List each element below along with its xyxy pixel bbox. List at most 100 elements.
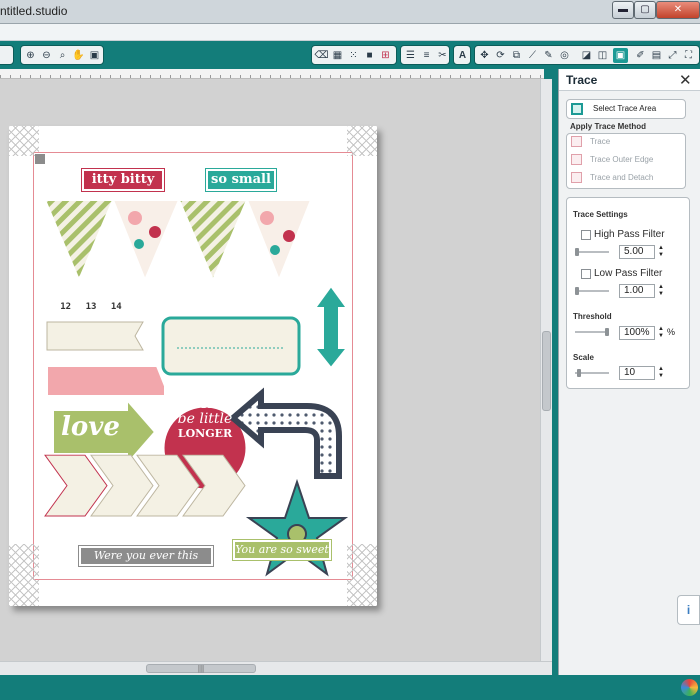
toolbar: ⊕ ⊖ ⌕ ✋ ▣ ⌫ ▦ ⁙ ■ ⊞ ☰ ≡ ✂ A ✥ ⟳ ⧉ ⟋ ✎ ◎ …: [0, 41, 700, 69]
horizontal-scroll-thumb[interactable]: |||: [146, 664, 256, 673]
threshold-input[interactable]: 100%: [619, 326, 655, 340]
knife-icon[interactable]: ✂: [435, 48, 450, 63]
frame-label: [161, 316, 301, 376]
horizontal-scrollbar[interactable]: |||: [0, 661, 552, 675]
ruler-mark: 14: [110, 302, 122, 312]
minimize-button[interactable]: ▬: [612, 1, 634, 19]
distribute-icon[interactable]: ≡: [419, 48, 434, 63]
threshold-slider-knob[interactable]: [605, 328, 609, 336]
scale-slider-knob[interactable]: [577, 369, 581, 377]
sticker-artwork: [43, 199, 350, 577]
toolbar-group-zoom: ⊕ ⊖ ⌕ ✋ ▣: [20, 45, 104, 65]
vertical-scrollbar[interactable]: [540, 79, 552, 661]
vertical-scroll-thumb[interactable]: [542, 331, 551, 411]
trace-area-icon: [571, 103, 583, 115]
rotate-icon[interactable]: ⟳: [493, 48, 508, 63]
trace-method-label: Trace Outer Edge: [590, 155, 654, 164]
spin-down-icon[interactable]: ▼: [658, 252, 664, 258]
spin-up-icon[interactable]: ▲: [658, 366, 664, 372]
zoom-fit-icon[interactable]: ⌕: [55, 48, 70, 63]
low-pass-input[interactable]: 1.00: [619, 284, 655, 298]
pennant-1: [43, 199, 115, 283]
eraser-icon[interactable]: ⌫: [314, 48, 329, 63]
menu-strip: [0, 24, 700, 41]
registration-icon[interactable]: ⊞: [378, 48, 393, 63]
trace-outer-edge-icon: [571, 154, 582, 165]
trace-icon[interactable]: ▣: [613, 48, 628, 63]
replicate-icon[interactable]: ⧉: [509, 48, 524, 63]
select-trace-area-label: Select Trace Area: [593, 104, 657, 113]
close-window-button[interactable]: ✕: [656, 1, 700, 19]
zoom-out-icon[interactable]: ⊖: [39, 48, 54, 63]
label-itty-bitty[interactable]: itty bitty: [81, 168, 165, 192]
pennant-4: [245, 199, 313, 283]
love-text: love: [61, 412, 120, 442]
circle-text: LET THEM be little LONGER: [159, 398, 251, 440]
spin-up-icon[interactable]: ▲: [658, 245, 664, 251]
low-pass-spinner[interactable]: ▲ ▼: [657, 284, 665, 298]
point-icon[interactable]: ✥: [477, 48, 492, 63]
expand-icon[interactable]: ⤢: [665, 48, 680, 63]
line-icon[interactable]: ⟋: [525, 48, 540, 63]
label-were-you-ever[interactable]: Were you ever this little?: [78, 545, 214, 577]
trace-method-label: Trace: [590, 137, 611, 146]
threshold-spinner[interactable]: ▲ ▼: [657, 326, 665, 340]
panel-close-icon[interactable]: ✕: [679, 71, 692, 89]
high-pass-checkbox[interactable]: [581, 230, 591, 240]
fullscreen-icon[interactable]: ⛶: [681, 48, 696, 63]
page-sheet[interactable]: itty bitty so small 12 13 14 love LET TH…: [9, 126, 377, 606]
scale-spinner[interactable]: ▲ ▼: [657, 366, 665, 380]
low-pass-checkbox[interactable]: [581, 269, 591, 279]
threshold-unit: %: [667, 327, 676, 337]
hand-icon[interactable]: ✋: [71, 48, 86, 63]
spin-up-icon[interactable]: ▲: [658, 326, 664, 332]
pencil-icon[interactable]: ✎: [541, 48, 556, 63]
ruler-top: [0, 69, 544, 79]
toolbar-group-left-edge: [0, 45, 14, 65]
spin-down-icon[interactable]: ▼: [658, 333, 664, 339]
cut-icon[interactable]: ■: [362, 48, 377, 63]
library-icon[interactable]: ▤: [649, 48, 664, 63]
spin-up-icon[interactable]: ▲: [658, 284, 664, 290]
high-pass-spinner[interactable]: ▲ ▼: [657, 245, 665, 259]
label-so-small[interactable]: so small: [205, 168, 277, 192]
zoom-in-icon[interactable]: ⊕: [23, 48, 38, 63]
page-icon[interactable]: ▣: [87, 48, 102, 63]
label-you-are-so-sweet[interactable]: You are so sweet: [232, 539, 332, 561]
maximize-button[interactable]: ▢: [634, 1, 656, 19]
toolbar-group-view: ⌫ ▦ ⁙ ■ ⊞: [311, 45, 397, 65]
trace-panel: Trace ✕ Select Trace Area Apply Trace Me…: [558, 69, 700, 675]
spin-down-icon[interactable]: ▼: [658, 291, 664, 297]
high-pass-input[interactable]: 5.00: [619, 245, 655, 259]
circle-line-1: LET THEM: [171, 398, 239, 411]
grid-icon[interactable]: ▦: [330, 48, 345, 63]
layers-icon[interactable]: ◫: [595, 48, 610, 63]
grid-dots-icon[interactable]: ⁙: [346, 48, 361, 63]
trace-method-detach[interactable]: Trace and Detach: [571, 170, 686, 186]
title-bar: ntitled.studio ▬ ▢ ✕: [0, 0, 700, 24]
select-trace-area-button[interactable]: Select Trace Area: [566, 99, 686, 119]
fill-icon[interactable]: ◪: [579, 48, 594, 63]
corner-hatch-tl: [9, 126, 39, 156]
high-pass-slider[interactable]: [575, 251, 609, 253]
pen-icon[interactable]: ✐: [633, 48, 648, 63]
toolbar-group-edit: ✥ ⟳ ⧉ ⟋ ✎ ◎ ◪ ◫ ▣ ✐ ▤ ⤢ ⛶: [474, 45, 700, 65]
scale-input[interactable]: 10: [619, 366, 655, 380]
scale-label: Scale: [573, 353, 594, 362]
text-icon[interactable]: A: [455, 48, 470, 63]
low-pass-slider[interactable]: [575, 290, 609, 292]
trace-method-trace[interactable]: Trace: [571, 134, 686, 150]
align-icon[interactable]: ☰: [403, 48, 418, 63]
high-pass-slider-knob[interactable]: [575, 248, 579, 256]
threshold-slider[interactable]: [575, 331, 609, 333]
trace-method-box: Trace Trace Outer Edge Trace and Detach: [566, 133, 686, 189]
offset-icon[interactable]: ◎: [557, 48, 572, 63]
trace-detach-icon: [571, 172, 582, 183]
spin-down-icon[interactable]: ▼: [658, 373, 664, 379]
trace-method-outer-edge[interactable]: Trace Outer Edge: [571, 152, 686, 168]
info-side-tab[interactable]: i: [677, 595, 700, 625]
pink-banner: [46, 365, 166, 397]
corner-hatch-tr: [347, 126, 377, 156]
toolbar-group-text: A: [453, 45, 471, 65]
low-pass-slider-knob[interactable]: [575, 287, 579, 295]
